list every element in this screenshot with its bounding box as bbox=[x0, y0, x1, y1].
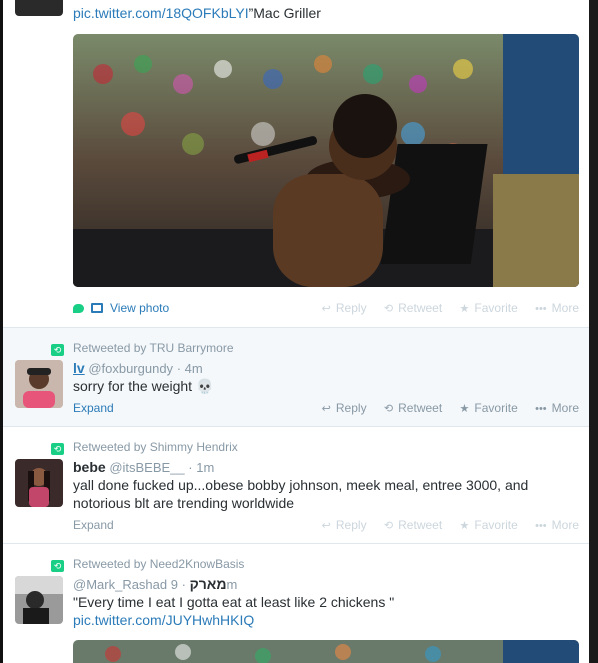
tweet-photo[interactable] bbox=[73, 640, 579, 663]
tweet-text: sorry for the weight 💀 bbox=[73, 378, 214, 394]
tweet-text: "Every time I eat I gotta eat at least l… bbox=[73, 594, 395, 628]
star-icon: ★ bbox=[459, 520, 470, 532]
user-fullname[interactable]: lv bbox=[73, 360, 85, 376]
star-icon: ★ bbox=[459, 303, 470, 315]
tweet-footer: Expand ↩ Reply ⟲ Retweet ★ Favorite ••• More bbox=[73, 399, 579, 417]
tweet-header: bebe @itsBEBE__ · 1m bbox=[73, 459, 215, 475]
retweet-button[interactable]: ⟲ Retweet bbox=[384, 516, 442, 535]
retweeted-by[interactable]: ⟲ Retweeted by TRU Barrymore bbox=[51, 340, 234, 356]
tweet-item[interactable]: ⟲ Retweeted by TRU Barrymore lv @foxburgu… bbox=[3, 328, 589, 427]
tweet-actions: ↩ Reply ⟲ Retweet ★ Favorite ••• More bbox=[308, 299, 579, 318]
tweet-footer: ↩ Reply ⟲ Retweet ★ Favorite ••• More bbox=[73, 299, 579, 317]
concert-photo bbox=[73, 34, 579, 287]
retweeted-by[interactable]: ⟲ Retweeted by Shimmy Hendrix bbox=[51, 439, 238, 455]
retweeted-by[interactable]: ⟲ Retweeted by Need2KnowBasis bbox=[51, 556, 244, 572]
more-button[interactable]: ••• More bbox=[535, 299, 579, 318]
expand-link[interactable]: Expand bbox=[73, 516, 114, 534]
tweet-actions: ↩ Reply ⟲ Retweet ★ Favorite ••• More bbox=[308, 516, 579, 535]
more-button[interactable]: ••• More bbox=[535, 516, 579, 535]
user-fullname[interactable]: bebe bbox=[73, 459, 106, 475]
user-handle[interactable]: @itsBEBE__ bbox=[109, 460, 184, 475]
more-icon: ••• bbox=[535, 520, 547, 532]
tweet-timestamp[interactable]: 1m bbox=[196, 460, 214, 475]
avatar[interactable] bbox=[15, 0, 63, 16]
retweet-icon: ⟲ bbox=[383, 403, 394, 415]
timeline-stream: pic.twitter.com/18QOFKbLYI”Mac Griller V… bbox=[3, 0, 589, 663]
tweet-footer: Expand ↩ Reply ⟲ Retweet ★ Favorite ••• More bbox=[73, 516, 579, 534]
tweet-actions: ↩ Reply ⟲ Retweet ★ Favorite ••• More bbox=[308, 399, 579, 418]
reply-icon: ↩ bbox=[321, 403, 331, 415]
tweet-timestamp[interactable]: 4m bbox=[185, 361, 203, 376]
window-edge bbox=[589, 0, 598, 663]
reply-button[interactable]: ↩ Reply bbox=[322, 299, 367, 318]
more-icon: ••• bbox=[535, 303, 547, 315]
tweet-header: @Mark_Rashad מארק · 9m bbox=[73, 576, 238, 592]
reply-icon: ↩ bbox=[321, 520, 331, 532]
avatar-image bbox=[15, 360, 63, 408]
tweet-photo-preview bbox=[73, 640, 579, 663]
tweet-item[interactable]: pic.twitter.com/18QOFKbLYI”Mac Griller V… bbox=[3, 0, 589, 328]
tweet-header: lv @foxburgundy · 4m bbox=[73, 360, 203, 376]
tweet-photo[interactable] bbox=[73, 34, 579, 287]
avatar[interactable] bbox=[15, 360, 63, 408]
retweet-button[interactable]: ⟲ Retweet bbox=[384, 299, 442, 318]
reply-button[interactable]: ↩ Reply bbox=[322, 516, 367, 535]
avatar-image bbox=[15, 459, 63, 507]
avatar-image bbox=[15, 576, 63, 624]
tweet-item[interactable]: ⟲ Retweeted by Need2KnowBasis @Mark_Rasha… bbox=[3, 544, 589, 663]
photo-link[interactable]: pic.twitter.com/JUYHwhHKIQ bbox=[73, 612, 254, 628]
user-handle[interactable]: @foxburgundy bbox=[88, 361, 173, 376]
retweet-icon: ⟲ bbox=[51, 560, 64, 572]
retweet-icon: ⟲ bbox=[383, 303, 394, 315]
avatar[interactable] bbox=[15, 576, 63, 624]
retweet-icon: ⟲ bbox=[51, 443, 64, 455]
star-icon: ★ bbox=[459, 403, 470, 415]
tweet-item[interactable]: ⟲ Retweeted by Shimmy Hendrix bebe @itsBE… bbox=[3, 427, 589, 544]
tweet-text: pic.twitter.com/18QOFKbLYI”Mac Griller bbox=[73, 5, 321, 21]
user-handle[interactable]: @Mark_Rashad bbox=[73, 577, 167, 592]
expand-link[interactable]: Expand bbox=[73, 399, 114, 417]
reply-button[interactable]: ↩ Reply bbox=[322, 399, 367, 418]
retweet-button[interactable]: ⟲ Retweet bbox=[384, 399, 442, 418]
user-fullname[interactable]: מארק bbox=[190, 576, 227, 592]
retweet-icon: ⟲ bbox=[383, 520, 394, 532]
reply-icon: ↩ bbox=[321, 303, 331, 315]
favorite-button[interactable]: ★ Favorite bbox=[460, 299, 518, 318]
tweet-text: yall done fucked up...obese bobby johnso… bbox=[73, 477, 529, 511]
photo-link[interactable]: pic.twitter.com/18QOFKbLYI bbox=[73, 5, 249, 21]
more-icon: ••• bbox=[535, 403, 547, 415]
more-button[interactable]: ••• More bbox=[535, 399, 579, 418]
avatar[interactable] bbox=[15, 459, 63, 507]
retweet-icon: ⟲ bbox=[51, 344, 64, 356]
favorite-button[interactable]: ★ Favorite bbox=[460, 399, 518, 418]
favorite-button[interactable]: ★ Favorite bbox=[460, 516, 518, 535]
